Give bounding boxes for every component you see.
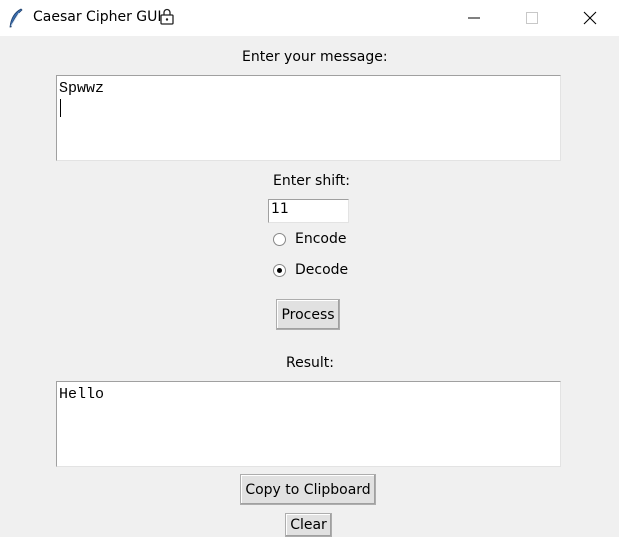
shift-value: 11 (271, 201, 289, 217)
shift-input[interactable]: 11 (268, 199, 349, 223)
shift-label: Enter shift: (273, 173, 350, 189)
encode-radio-circle (273, 233, 286, 246)
result-text: Hello (59, 386, 105, 403)
close-icon (583, 11, 597, 25)
minimize-icon (468, 17, 480, 19)
message-label: Enter your message: (242, 49, 388, 65)
shield-lock-icon (160, 8, 174, 25)
clear-button[interactable]: Clear (285, 513, 332, 537)
process-button[interactable]: Process (276, 299, 340, 330)
minimize-button[interactable] (445, 0, 503, 36)
decode-radio-circle (273, 264, 286, 277)
maximize-button[interactable] (503, 0, 561, 36)
message-text: Spwwz (59, 80, 105, 97)
feather-icon (9, 8, 23, 28)
text-cursor (60, 99, 61, 117)
window-title: Caesar Cipher GUI (33, 9, 162, 25)
message-textbox[interactable]: Spwwz (56, 75, 561, 161)
encode-label: Encode (295, 231, 347, 247)
maximize-icon (526, 12, 538, 24)
decode-radio[interactable]: Decode (273, 262, 363, 282)
result-label: Result: (286, 355, 334, 371)
close-button[interactable] (561, 0, 619, 36)
result-textbox[interactable]: Hello (56, 381, 561, 467)
title-bar: Caesar Cipher GUI (0, 0, 619, 36)
decode-label: Decode (295, 262, 349, 278)
encode-radio[interactable]: Encode (273, 231, 363, 251)
copy-to-clipboard-button[interactable]: Copy to Clipboard (240, 474, 376, 505)
